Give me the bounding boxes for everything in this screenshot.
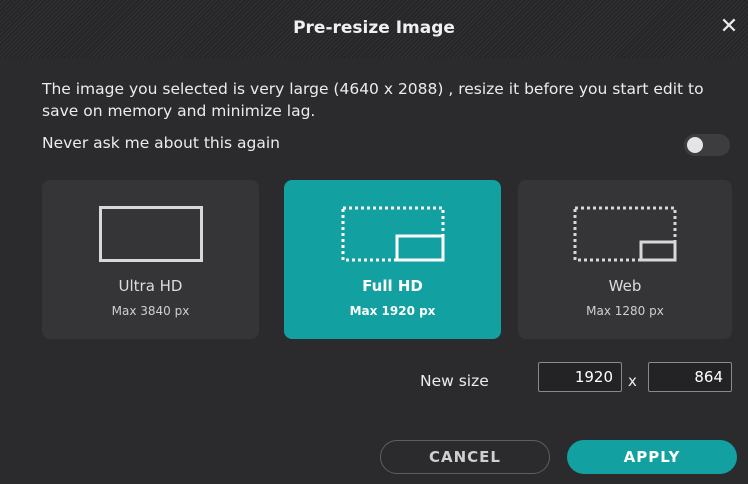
dialog-header: Pre-resize Image ✕ <box>0 0 748 58</box>
height-input[interactable] <box>648 362 732 392</box>
new-size-label: New size <box>420 372 489 390</box>
preset-max-size: Max 3840 px <box>111 304 190 318</box>
size-separator: x <box>628 372 637 390</box>
dialog-title: Pre-resize Image <box>293 18 455 38</box>
preset-web-card[interactable]: Web Max 1280 px <box>518 180 732 339</box>
never-ask-label: Never ask me about this again <box>42 134 281 152</box>
preset-label: Full HD <box>362 277 423 295</box>
cancel-button[interactable]: CANCEL <box>380 440 550 474</box>
preset-ultra-hd-card[interactable]: Ultra HD Max 3840 px <box>42 180 259 339</box>
dialog-message: The image you selected is very large (46… <box>42 80 704 120</box>
full-hd-frame-icon <box>341 206 445 266</box>
preset-label: Ultra HD <box>118 277 183 295</box>
toggle-knob <box>687 137 703 153</box>
preset-full-hd-card[interactable]: Full HD Max 1920 px <box>284 180 501 339</box>
preset-label: Web <box>608 277 642 295</box>
preset-max-size: Max 1920 px <box>349 304 436 318</box>
ultra-hd-frame-icon <box>98 206 203 266</box>
web-frame-icon <box>573 206 677 266</box>
never-ask-toggle[interactable] <box>684 134 730 156</box>
width-input[interactable] <box>538 362 622 392</box>
preset-max-size: Max 1280 px <box>586 304 664 318</box>
apply-button[interactable]: APPLY <box>567 440 737 474</box>
close-icon[interactable]: ✕ <box>716 14 742 40</box>
